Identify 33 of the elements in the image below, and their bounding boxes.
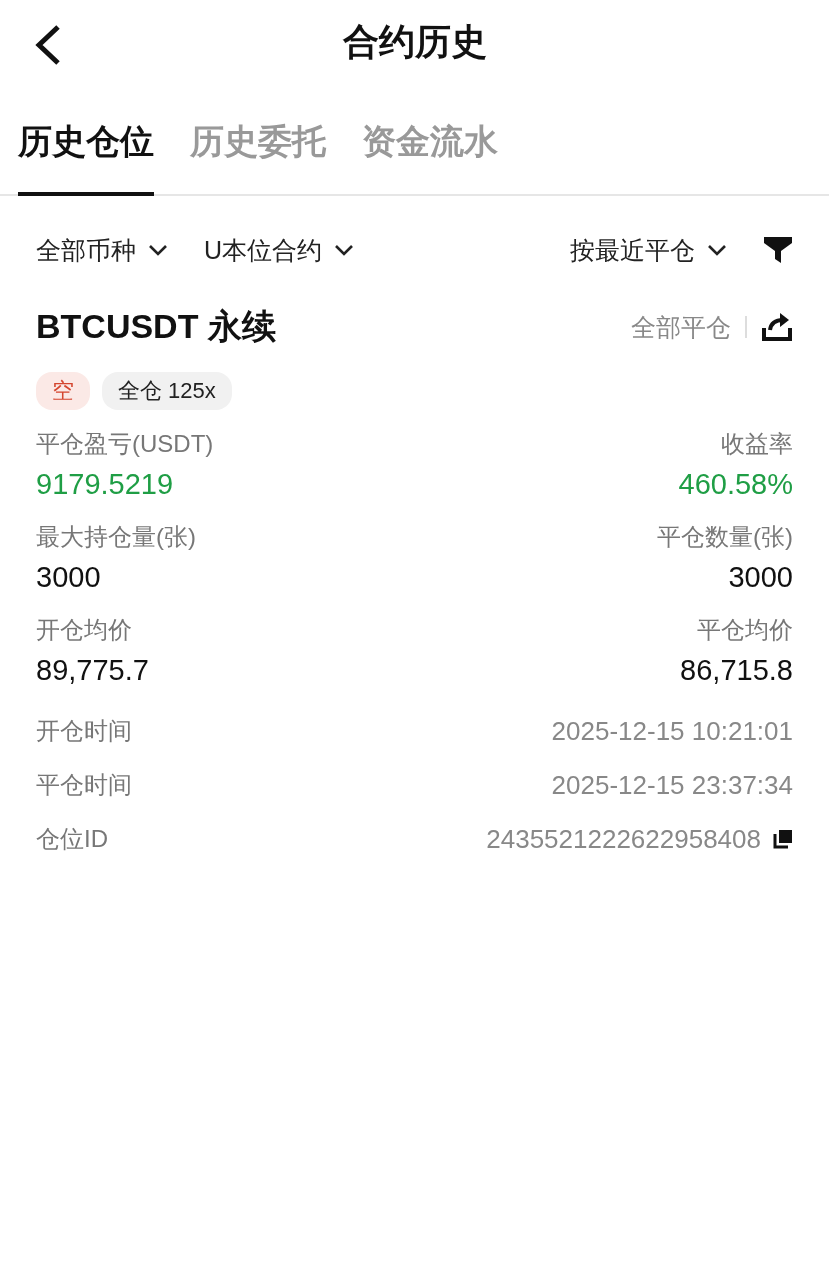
share-button[interactable] (761, 312, 793, 342)
stat-value: 86,715.8 (680, 654, 793, 687)
stat-label: 最大持仓量(张) (36, 522, 196, 552)
stat-value: 3000 (728, 561, 793, 594)
chevron-down-icon (707, 244, 727, 256)
detail-value: 2025-12-15 23:37:34 (551, 769, 793, 801)
filter-dropdown[interactable]: 全部币种 (36, 233, 168, 267)
stat-label: 收益率 (721, 429, 793, 459)
copy-button[interactable] (773, 829, 793, 849)
filter-button[interactable] (763, 236, 793, 264)
stat-label: 平仓均价 (697, 615, 793, 645)
stat-value: 9179.5219 (36, 468, 174, 501)
stat-value: 460.58% (678, 468, 793, 501)
detail-label: 平仓时间 (36, 770, 132, 800)
position-tag: 全仓 125x (102, 372, 232, 410)
stat-value: 3000 (36, 561, 101, 594)
filter-dropdown[interactable]: U本位合约 (204, 233, 355, 267)
tab[interactable]: 历史仓位 (18, 84, 154, 196)
detail-label: 仓位ID (36, 824, 108, 854)
sort-dropdown[interactable]: 按最近平仓 (570, 233, 727, 267)
contract-symbol: BTCUSDT 永续 (36, 306, 276, 347)
stat-label: 开仓均价 (36, 615, 132, 645)
detail-value: 2435521222622958408 (486, 823, 761, 855)
page-title: 合约历史 (342, 19, 487, 64)
close-all-button[interactable]: 全部平仓 (631, 310, 731, 344)
position-tag: 空 (36, 372, 90, 410)
stat-value: 89,775.7 (36, 654, 149, 687)
chevron-down-icon (334, 244, 355, 256)
chevron-down-icon (148, 244, 168, 256)
detail-value: 2025-12-15 10:21:01 (551, 715, 793, 747)
detail-label: 开仓时间 (36, 716, 132, 746)
stat-label: 平仓盈亏(USDT) (36, 429, 214, 459)
stat-label: 平仓数量(张) (657, 522, 793, 552)
